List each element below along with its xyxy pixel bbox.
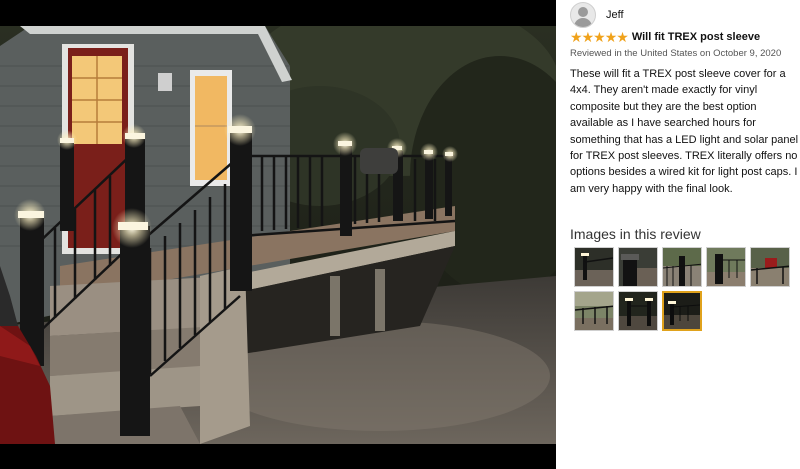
thumbnail-image[interactable] (706, 247, 746, 287)
avatar-body-shape (574, 18, 592, 27)
thumbnail-image[interactable] (618, 247, 658, 287)
reviewer-name[interactable]: Jeff (606, 9, 624, 21)
review-panel: Jeff ★ ★ ★ ★ ★ Will fit TREX post sleeve… (556, 0, 800, 469)
review-date: Reviewed in the United States on October… (570, 48, 782, 59)
review-body: These will fit a TREX post sleeve cover … (570, 68, 799, 195)
review-title: Will fit TREX post sleeve (631, 31, 761, 43)
photo-viewer (0, 0, 556, 469)
star-icon: ★ (581, 29, 595, 45)
thumbnail-image[interactable] (574, 247, 614, 287)
thumbnail-image[interactable] (662, 247, 702, 287)
images-heading: Images in this review (570, 226, 701, 242)
reviewer[interactable]: Jeff (570, 2, 624, 28)
review-photo[interactable] (0, 26, 556, 444)
star-icon: ★ (616, 29, 629, 45)
star-icon: ★ (593, 29, 606, 45)
thumbnail-image-selected[interactable] (662, 291, 702, 331)
thumbnail-image[interactable] (750, 247, 790, 287)
avatar-head-shape (578, 7, 588, 17)
star-rating[interactable]: ★ ★ ★ ★ ★ (570, 29, 629, 45)
avatar[interactable] (570, 2, 596, 28)
star-icon: ★ (604, 29, 618, 45)
thumbnail-image[interactable] (574, 291, 614, 331)
deck-photo-illustration (0, 26, 556, 444)
star-icon: ★ (570, 29, 583, 45)
thumbnail-image[interactable] (618, 291, 658, 331)
review-headline: ★ ★ ★ ★ ★ Will fit TREX post sleeve (570, 30, 760, 44)
